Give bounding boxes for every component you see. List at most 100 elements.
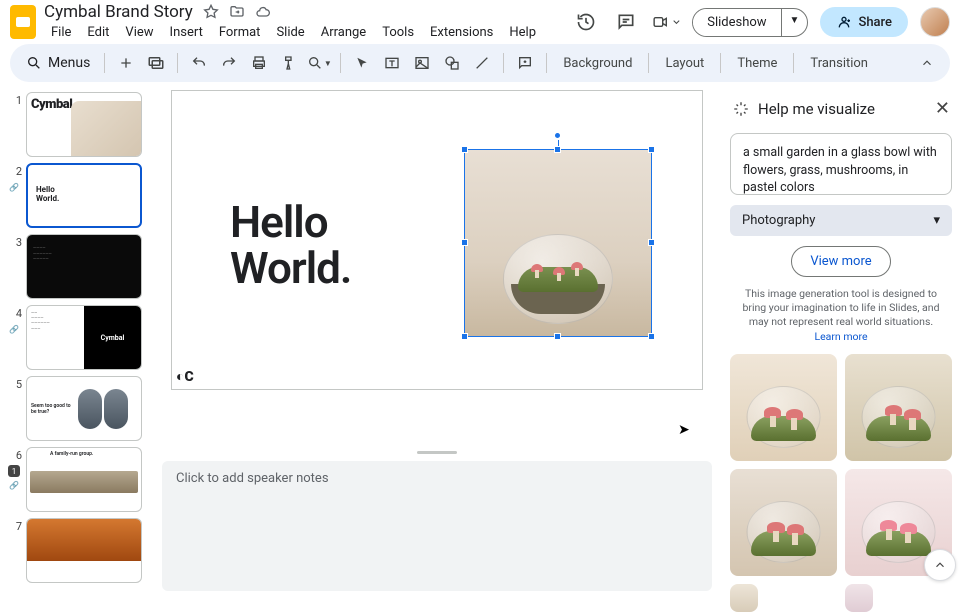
history-icon[interactable]	[572, 8, 600, 36]
toolbar: Menus ▼ Background Layout Theme Transiti…	[10, 44, 950, 82]
theme-button[interactable]: Theme	[729, 56, 785, 71]
new-with-layout-button[interactable]	[143, 50, 169, 76]
result-image-3[interactable]	[730, 469, 837, 576]
slideshow-button[interactable]: Slideshow	[693, 9, 780, 36]
resize-handle[interactable]	[461, 239, 468, 246]
menu-help[interactable]: Help	[502, 23, 543, 42]
menus-label: Menus	[48, 55, 90, 71]
redo-button[interactable]	[216, 50, 242, 76]
results-grid	[730, 354, 952, 612]
resize-handle[interactable]	[461, 333, 468, 340]
menu-slide[interactable]: Slide	[269, 23, 311, 42]
resize-handle[interactable]	[648, 333, 655, 340]
menu-arrange[interactable]: Arrange	[314, 23, 373, 42]
speaker-notes[interactable]: Click to add speaker notes	[162, 461, 712, 591]
thumb-number: 1	[0, 92, 22, 107]
comments-icon[interactable]	[612, 8, 640, 36]
move-folder-icon[interactable]	[229, 4, 245, 20]
learn-more-link[interactable]: Learn more	[814, 330, 867, 343]
panel-title: Help me visualize	[758, 100, 927, 118]
result-image-6[interactable]	[845, 584, 873, 612]
style-dropdown[interactable]: Photography ▾	[730, 205, 952, 236]
comment-badge-icon: 1	[8, 465, 20, 477]
prompt-input[interactable]: a small garden in a glass bowl with flow…	[730, 133, 952, 195]
slides-logo[interactable]	[10, 5, 36, 39]
canvas-area: HelloWorld. ◐C	[158, 90, 722, 591]
chevron-down-icon: ▾	[933, 213, 940, 228]
print-button[interactable]	[246, 50, 272, 76]
zoom-button[interactable]: ▼	[306, 50, 332, 76]
line-tool[interactable]	[469, 50, 495, 76]
close-panel-button[interactable]: ✕	[935, 98, 950, 119]
thumb-number: 2 🔗	[0, 163, 22, 178]
slide-heading[interactable]: HelloWorld.	[230, 199, 351, 291]
notes-resize-handle[interactable]	[162, 450, 712, 455]
layout-button[interactable]: Layout	[657, 56, 712, 71]
style-value: Photography	[742, 213, 815, 228]
result-image-5[interactable]	[730, 584, 758, 612]
slide-thumb-5[interactable]: Seem too good to be true?	[26, 376, 142, 441]
slide-thumb-4[interactable]: ――――――――――――――― Cymbal	[26, 305, 142, 370]
menu-extensions[interactable]: Extensions	[423, 23, 500, 42]
menu-edit[interactable]: Edit	[80, 23, 116, 42]
menu-tools[interactable]: Tools	[375, 23, 421, 42]
thumb-number: 5	[0, 376, 22, 391]
view-more-button[interactable]: View more	[791, 246, 890, 277]
disclaimer-text: This image generation tool is designed t…	[730, 287, 952, 344]
textbox-tool[interactable]	[379, 50, 405, 76]
menu-format[interactable]: Format	[212, 23, 268, 42]
collapse-toolbar-button[interactable]	[914, 50, 940, 76]
result-image-1[interactable]	[730, 354, 837, 461]
slideshow-button-group: Slideshow ▼	[692, 8, 808, 37]
account-avatar[interactable]	[920, 7, 950, 37]
sparkle-icon	[732, 100, 750, 118]
meet-button[interactable]	[652, 8, 680, 36]
slide-thumb-1[interactable]: Cymbal	[26, 92, 142, 157]
scroll-top-button[interactable]	[924, 549, 956, 581]
undo-button[interactable]	[186, 50, 212, 76]
menu-view[interactable]: View	[118, 23, 160, 42]
transition-button[interactable]: Transition	[802, 56, 876, 71]
title-bar: Cymbal Brand Story File Edit View Insert…	[0, 0, 960, 40]
new-slide-button[interactable]	[113, 50, 139, 76]
footer-logo: ◐C	[176, 368, 194, 385]
slide-canvas[interactable]: HelloWorld. ◐C	[171, 90, 703, 390]
share-label: Share	[858, 15, 892, 30]
resize-handle[interactable]	[648, 146, 655, 153]
select-tool[interactable]	[349, 50, 375, 76]
thumb-number: 7	[0, 518, 22, 533]
filmstrip[interactable]: 1 Cymbal 2 🔗 Hello World. 3 ――――――――――――…	[0, 90, 158, 591]
slide-thumb-6[interactable]: A family-run group.	[26, 447, 142, 512]
shape-tool[interactable]	[439, 50, 465, 76]
star-icon[interactable]	[203, 4, 219, 20]
slideshow-dropdown[interactable]: ▼	[781, 9, 808, 36]
image-tool[interactable]	[409, 50, 435, 76]
link-badge-icon: 🔗	[8, 181, 20, 193]
resize-handle[interactable]	[554, 146, 561, 153]
background-button[interactable]: Background	[555, 56, 640, 71]
slide-thumb-3[interactable]: ―――――――――――――――	[26, 234, 142, 299]
thumb-number: 3	[0, 234, 22, 249]
menu-bar: File Edit View Insert Format Slide Arran…	[44, 23, 564, 42]
selected-image[interactable]	[464, 149, 652, 337]
rotate-handle[interactable]	[554, 132, 561, 139]
comment-tool[interactable]	[512, 50, 538, 76]
paint-format-button[interactable]	[276, 50, 302, 76]
cloud-status-icon[interactable]	[255, 4, 271, 20]
result-image-2[interactable]	[845, 354, 952, 461]
slide-thumb-7[interactable]	[26, 518, 142, 583]
link-badge-icon: 🔗	[8, 323, 20, 335]
thumb-number: 4 🔗	[0, 305, 22, 320]
link-badge-icon: 🔗	[8, 479, 20, 491]
slide-thumb-2[interactable]: Hello World.	[26, 163, 142, 228]
share-button[interactable]: Share	[820, 7, 908, 37]
search-menus[interactable]: Menus	[20, 55, 96, 71]
resize-handle[interactable]	[461, 146, 468, 153]
cursor-icon: ➤	[678, 422, 690, 438]
resize-handle[interactable]	[554, 333, 561, 340]
doc-title[interactable]: Cymbal Brand Story	[44, 2, 193, 22]
menu-insert[interactable]: Insert	[163, 23, 210, 42]
menu-file[interactable]: File	[44, 23, 78, 42]
help-me-visualize-panel: Help me visualize ✕ a small garden in a …	[722, 90, 960, 591]
resize-handle[interactable]	[648, 239, 655, 246]
